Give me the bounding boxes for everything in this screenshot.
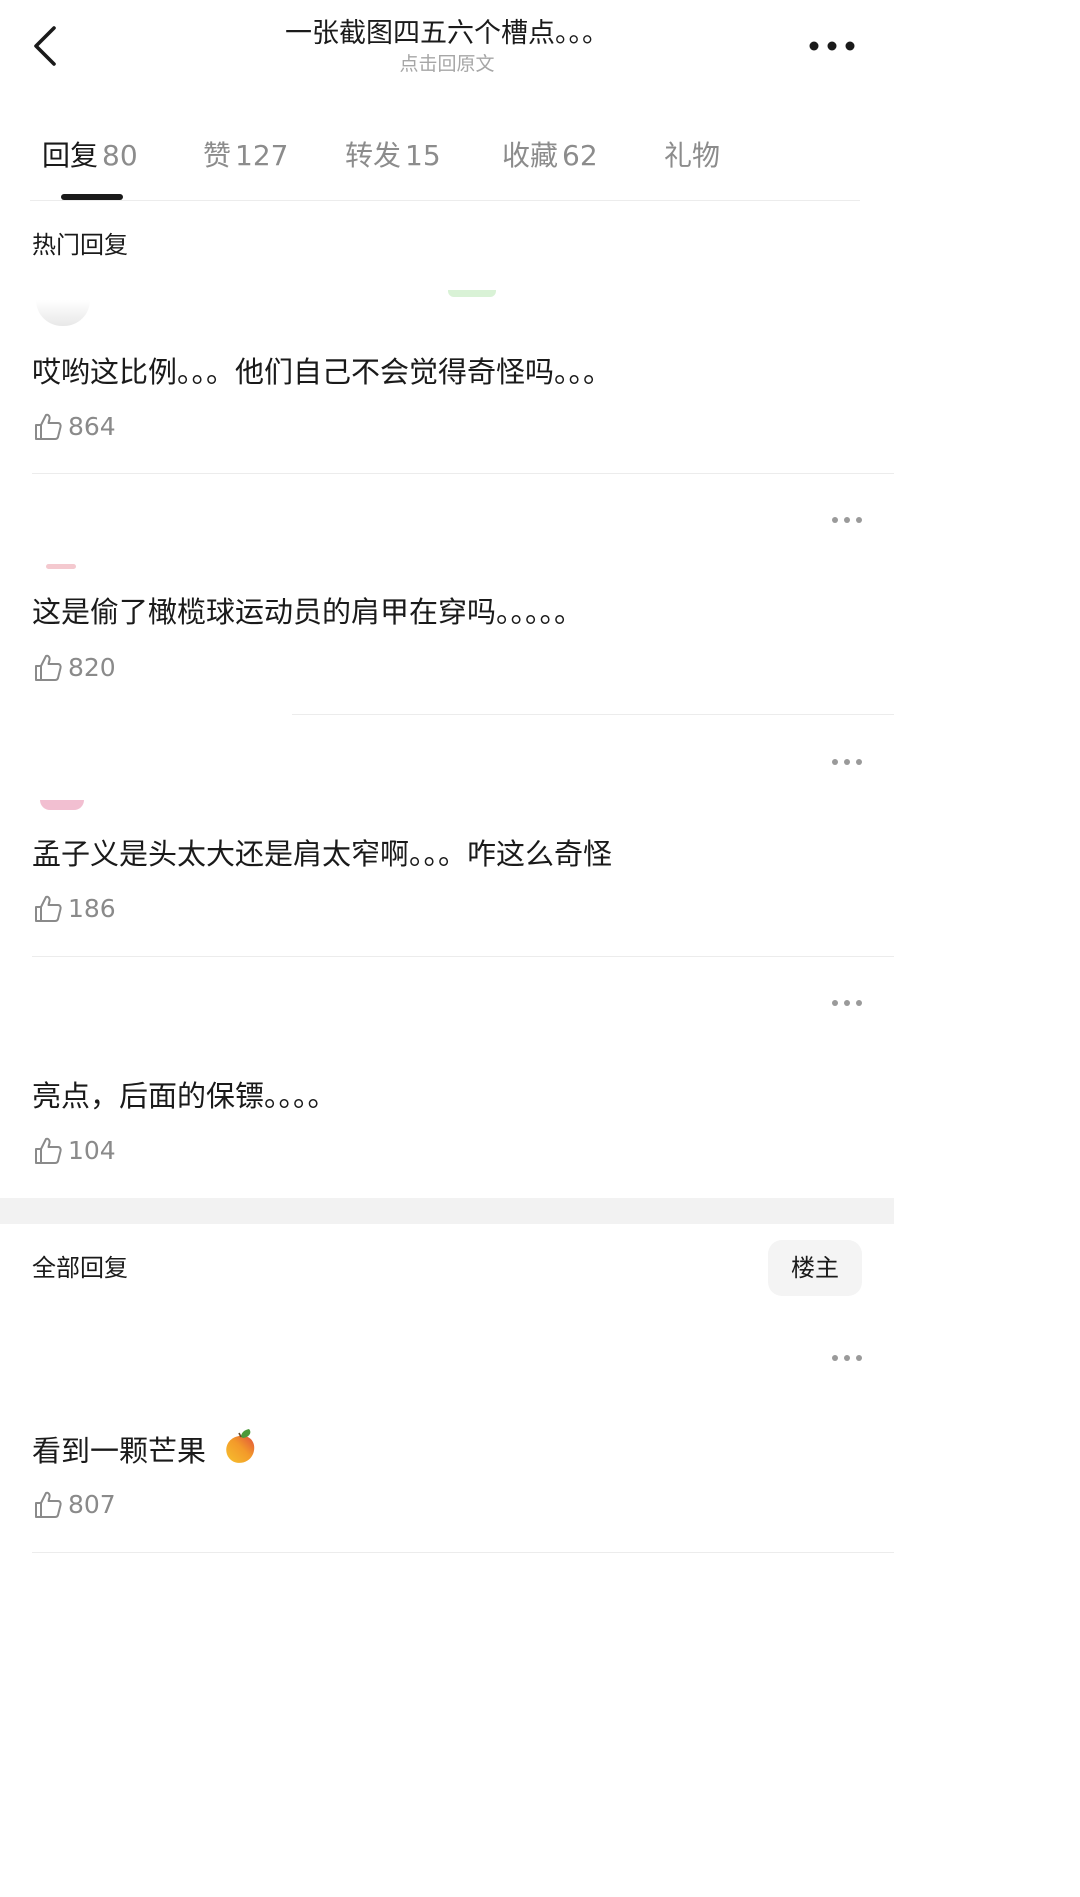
divider [32, 956, 894, 957]
more-options-button[interactable] [800, 28, 864, 64]
tab-reposts[interactable]: 转发 15 [345, 136, 441, 176]
like-button[interactable]: 864 [32, 410, 116, 444]
comment-text: 看到一颗芒果 [32, 1428, 259, 1478]
like-button[interactable]: 807 [32, 1488, 116, 1522]
more-icon [832, 759, 862, 765]
all-replies-title: 全部回复 [32, 1254, 128, 1282]
comment-text: 亮点，后面的保镖。。。。 [32, 1079, 337, 1113]
tab-count: 80 [102, 139, 138, 172]
thumbs-up-icon [35, 413, 62, 440]
divider [30, 200, 860, 201]
comment-more-button[interactable] [828, 510, 866, 530]
avatar[interactable] [36, 300, 90, 326]
comment-text: 孟子义是头太大还是肩太窄啊。。。咋这么奇怪 [32, 837, 613, 871]
comment-more-button[interactable] [828, 1348, 866, 1368]
comment-text: 这是偷了橄榄球运动员的肩甲在穿吗。。。。。 [32, 595, 584, 629]
tab-label: 转发 [345, 139, 402, 172]
comment-more-button[interactable] [828, 752, 866, 772]
thumbs-up-icon [35, 1491, 62, 1518]
avatar[interactable] [40, 800, 84, 810]
divider [32, 473, 894, 474]
comment-text: 哎哟这比例。。。他们自己不会觉得奇怪吗。。。 [32, 355, 613, 389]
divider [292, 714, 894, 715]
divider [32, 1552, 894, 1553]
thumbs-up-icon [35, 654, 62, 681]
mango-emoji [221, 1428, 259, 1478]
tab-favorites[interactable]: 收藏 62 [502, 136, 598, 176]
like-button[interactable]: 104 [32, 1134, 116, 1168]
tab-label: 回复 [42, 139, 99, 172]
more-icon [832, 517, 862, 523]
tab-label: 赞 [203, 139, 232, 172]
like-count: 807 [68, 1490, 116, 1519]
thumbs-up-icon [35, 1137, 62, 1164]
more-icon [809, 41, 855, 51]
page-title: 一张截图四五六个槽点。。。 [285, 18, 609, 49]
avatar[interactable] [46, 564, 76, 569]
more-icon [832, 1000, 862, 1006]
like-count: 864 [68, 412, 116, 441]
tab-gifts[interactable]: 礼物 [664, 136, 720, 176]
like-button[interactable]: 820 [32, 651, 116, 685]
tab-replies[interactable]: 回复 80 [42, 136, 138, 176]
like-button[interactable]: 186 [32, 892, 116, 926]
section-separator [0, 1198, 894, 1224]
tab-label: 收藏 [502, 139, 559, 172]
view-original-link[interactable]: 点击回原文 [300, 52, 594, 76]
tab-label: 礼物 [664, 139, 721, 172]
like-count: 186 [68, 894, 116, 923]
comment-more-button[interactable] [828, 993, 866, 1013]
more-icon [832, 1355, 862, 1361]
tab-likes[interactable]: 赞 127 [203, 136, 288, 176]
like-count: 104 [68, 1136, 116, 1165]
filter-owner-button[interactable]: 楼主 [768, 1240, 862, 1296]
chevron-left-icon [34, 26, 56, 66]
comment-body: 看到一颗芒果 [32, 1434, 207, 1468]
tab-count: 15 [405, 139, 441, 172]
user-badge [448, 290, 496, 297]
like-count: 820 [68, 653, 116, 682]
tab-count: 127 [235, 139, 289, 172]
back-button[interactable] [26, 24, 66, 68]
thumbs-up-icon [35, 895, 62, 922]
tab-count: 62 [562, 139, 598, 172]
hot-replies-title: 热门回复 [32, 231, 128, 259]
mango-icon [226, 1429, 255, 1463]
